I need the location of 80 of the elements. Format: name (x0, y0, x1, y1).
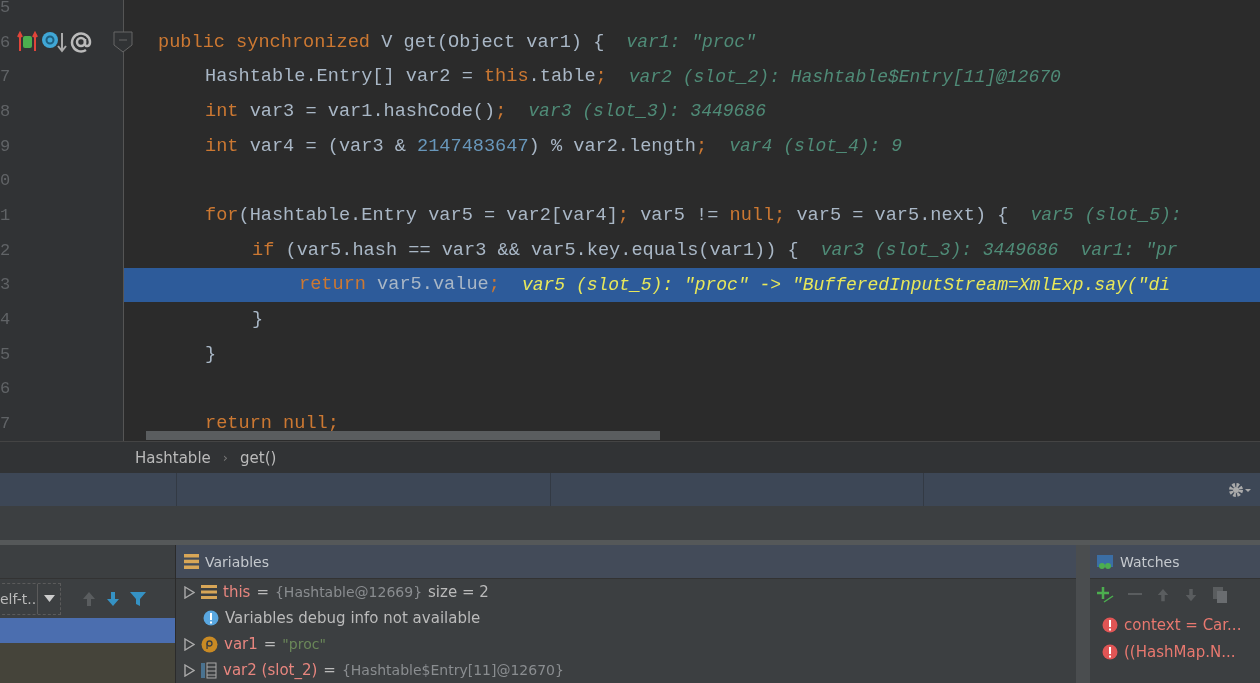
breadcrumb-separator: › (222, 450, 228, 465)
fold-marker-icon[interactable] (113, 31, 133, 54)
code-keyword: ; (696, 135, 708, 157)
breadcrumb[interactable]: get() (240, 448, 277, 467)
variable-name[interactable]: this (223, 583, 251, 601)
code-keyword: ; (488, 274, 500, 296)
code-text: var5 != (639, 204, 720, 226)
inline-debug-value: var5 (slot_5): "proc" -> "BufferedInputStream=XmlExp.say("di (521, 274, 1170, 295)
code-text: var3 = var1.hashCode() (248, 100, 496, 122)
code-keyword: ; (617, 204, 630, 226)
inline-debug-value: var1: "proc" (626, 32, 756, 53)
variable-value: "proc" (282, 636, 326, 652)
code-keyword: ; (595, 66, 607, 88)
code-keyword: ; (495, 100, 507, 122)
code-keyword: int (205, 135, 239, 157)
override-icon[interactable] (17, 31, 39, 54)
code-text: V get(Object var1) { (380, 31, 605, 53)
code-text: } (205, 343, 217, 365)
code-text: ) % var2.length (528, 135, 696, 157)
variable-name[interactable]: var2 (slot_2) (223, 661, 318, 679)
info-message: Variables debug info not available (225, 609, 481, 627)
inline-debug-value: var4 (slot_4): 9 (729, 136, 902, 157)
breadcrumb[interactable]: Hashtable (135, 448, 211, 467)
code-keyword: null; (729, 204, 786, 226)
code-text: (Hashtable.Entry var5 = var2[var4] (238, 204, 618, 226)
expand-arrow-icon[interactable] (184, 637, 195, 651)
code-keyword: return (299, 274, 366, 296)
variable-size: size = 2 (428, 583, 489, 601)
code-text: var5.value (376, 274, 489, 296)
scrollbar-thumb[interactable] (146, 431, 660, 440)
add-icon[interactable] (1096, 586, 1114, 604)
code-keyword: int (205, 100, 239, 122)
inline-debug-value: var5 (slot_5): (1030, 205, 1182, 226)
code-text: var5 = var5.next) { (795, 204, 1009, 226)
up-arrow-icon[interactable] (81, 590, 97, 607)
variables-icon (184, 554, 199, 569)
variable-value: {Hashtable@12669} (274, 584, 423, 600)
panel-title[interactable]: Watches (1120, 553, 1180, 570)
error-icon (1102, 616, 1118, 633)
copy-icon[interactable] (1212, 586, 1228, 604)
down-arrow-icon[interactable] (105, 590, 121, 607)
frame-row[interactable] (0, 618, 175, 644)
inline-debug-value: var3 (slot_3): 3449686 (820, 240, 1059, 261)
down-arrow-icon[interactable] (1184, 587, 1198, 603)
info-icon (203, 610, 219, 626)
code-text: Hashtable.Entry[] var2 = (205, 66, 474, 88)
code-keyword: return null; (205, 413, 339, 435)
code-keyword: if (252, 239, 275, 261)
error-icon (1102, 643, 1118, 660)
watch-expression[interactable]: context = Car... (1124, 615, 1242, 634)
array-icon (201, 661, 217, 679)
parameter-icon (201, 635, 218, 653)
up-arrow-icon[interactable] (1156, 587, 1170, 603)
caret-icon (43, 595, 55, 603)
code-number: 2147483647 (417, 135, 529, 157)
code-text: var4 = (var3 & (248, 135, 407, 157)
variable-value: {Hashtable$Entry[11]@12670} (341, 662, 564, 678)
equals-sign: = (256, 583, 269, 601)
filter-icon[interactable] (129, 590, 147, 607)
annotation-icon[interactable] (70, 31, 92, 54)
expand-arrow-icon[interactable] (184, 663, 195, 677)
equals-sign: = (263, 635, 277, 653)
code-keyword: for (205, 204, 239, 226)
thread-dropdown[interactable]: elf-t.. (0, 582, 61, 615)
equals-sign: = (323, 661, 336, 679)
code-text: .table (528, 66, 596, 88)
variable-name[interactable]: var1 (224, 635, 258, 653)
code-text: (var5.hash == var3 && var5.key.equals(var1)) { (284, 239, 799, 261)
inline-debug-value: var3 (slot_3): 3449686 (528, 101, 766, 122)
implemented-icon[interactable] (41, 31, 67, 54)
expand-arrow-icon[interactable] (184, 585, 195, 599)
code-keyword: this (483, 66, 529, 88)
inline-debug-value: var2 (slot_2): Hashtable$Entry[11]@12670 (628, 66, 1061, 87)
inline-debug-value: var1: "pr (1080, 240, 1178, 261)
code-text: } (252, 309, 264, 331)
panel-title[interactable]: Variables (205, 553, 269, 570)
settings-icon[interactable] (1228, 481, 1252, 498)
field-stack-icon (201, 584, 217, 600)
watch-expression[interactable]: ((HashMap.N... (1124, 642, 1236, 661)
code-keyword: public synchronized (158, 31, 370, 53)
